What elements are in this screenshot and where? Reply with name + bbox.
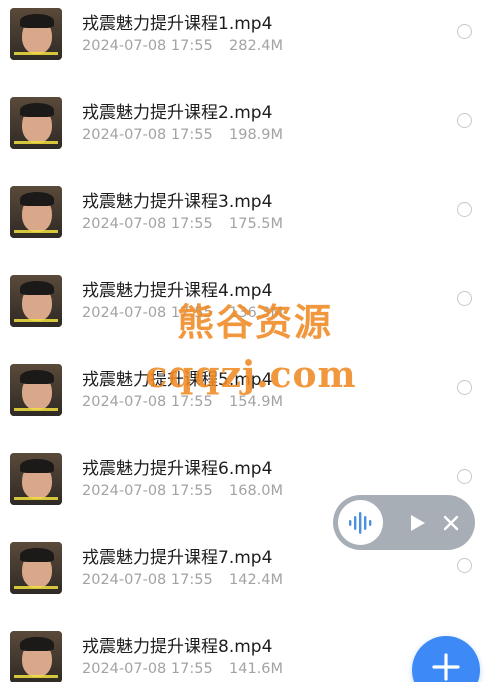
select-radio[interactable]	[457, 113, 472, 128]
file-name: 戎震魅力提升课程7.mp4	[82, 548, 273, 568]
video-thumbnail	[10, 453, 62, 505]
select-radio[interactable]	[457, 202, 472, 217]
file-name: 戎震魅力提升课程8.mp4	[82, 637, 273, 657]
file-date: 2024-07-08 17:55	[82, 216, 213, 232]
select-radio[interactable]	[457, 291, 472, 306]
file-date: 2024-07-08 17:55	[82, 38, 213, 54]
file-list: 戎震魅力提升课程1.mp4 2024-07-08 17:55 282.4M 戎震…	[0, 0, 498, 682]
video-thumbnail	[10, 97, 62, 149]
select-radio[interactable]	[457, 558, 472, 573]
app-screen: 戎震魅力提升课程1.mp4 2024-07-08 17:55 282.4M 戎震…	[0, 0, 498, 682]
mini-audio-player[interactable]	[333, 495, 475, 550]
file-size: 282.4M	[229, 38, 284, 54]
file-name: 戎震魅力提升课程1.mp4	[82, 14, 273, 34]
file-size: 142.4M	[229, 572, 284, 588]
video-thumbnail	[10, 8, 62, 60]
video-thumbnail	[10, 186, 62, 238]
file-row[interactable]: 戎震魅力提升课程4.mp4 2024-07-08 17:55 136.3M	[0, 267, 498, 356]
close-icon[interactable]	[441, 513, 461, 533]
file-size: 141.6M	[229, 661, 284, 677]
video-thumbnail	[10, 631, 62, 682]
audio-wave-icon[interactable]	[338, 500, 383, 545]
file-name: 戎震魅力提升课程3.mp4	[82, 192, 273, 212]
file-date: 2024-07-08 17:55	[82, 661, 213, 677]
file-date: 2024-07-08 17:55	[82, 572, 213, 588]
select-radio[interactable]	[457, 380, 472, 395]
file-row[interactable]: 戎震魅力提升课程3.mp4 2024-07-08 17:55 175.5M	[0, 178, 498, 267]
file-size: 136.3M	[229, 305, 284, 321]
file-size: 175.5M	[229, 216, 284, 232]
file-row[interactable]: 戎震魅力提升课程1.mp4 2024-07-08 17:55 282.4M	[0, 0, 498, 89]
file-size: 154.9M	[229, 394, 284, 410]
video-thumbnail	[10, 542, 62, 594]
video-thumbnail	[10, 275, 62, 327]
file-row[interactable]: 戎震魅力提升课程5.mp4 2024-07-08 17:55 154.9M	[0, 356, 498, 445]
file-name: 戎震魅力提升课程5.mp4	[82, 370, 273, 390]
file-size: 168.0M	[229, 483, 284, 499]
file-date: 2024-07-08 17:55	[82, 305, 213, 321]
file-name: 戎震魅力提升课程6.mp4	[82, 459, 273, 479]
file-name: 戎震魅力提升课程4.mp4	[82, 281, 273, 301]
video-thumbnail	[10, 364, 62, 416]
file-date: 2024-07-08 17:55	[82, 127, 213, 143]
file-size: 198.9M	[229, 127, 284, 143]
select-radio[interactable]	[457, 24, 472, 39]
file-date: 2024-07-08 17:55	[82, 394, 213, 410]
select-radio[interactable]	[457, 469, 472, 484]
play-icon[interactable]	[407, 513, 427, 533]
file-row[interactable]: 戎震魅力提升课程2.mp4 2024-07-08 17:55 198.9M	[0, 89, 498, 178]
file-name: 戎震魅力提升课程2.mp4	[82, 103, 273, 123]
plus-icon	[432, 653, 460, 681]
file-date: 2024-07-08 17:55	[82, 483, 213, 499]
